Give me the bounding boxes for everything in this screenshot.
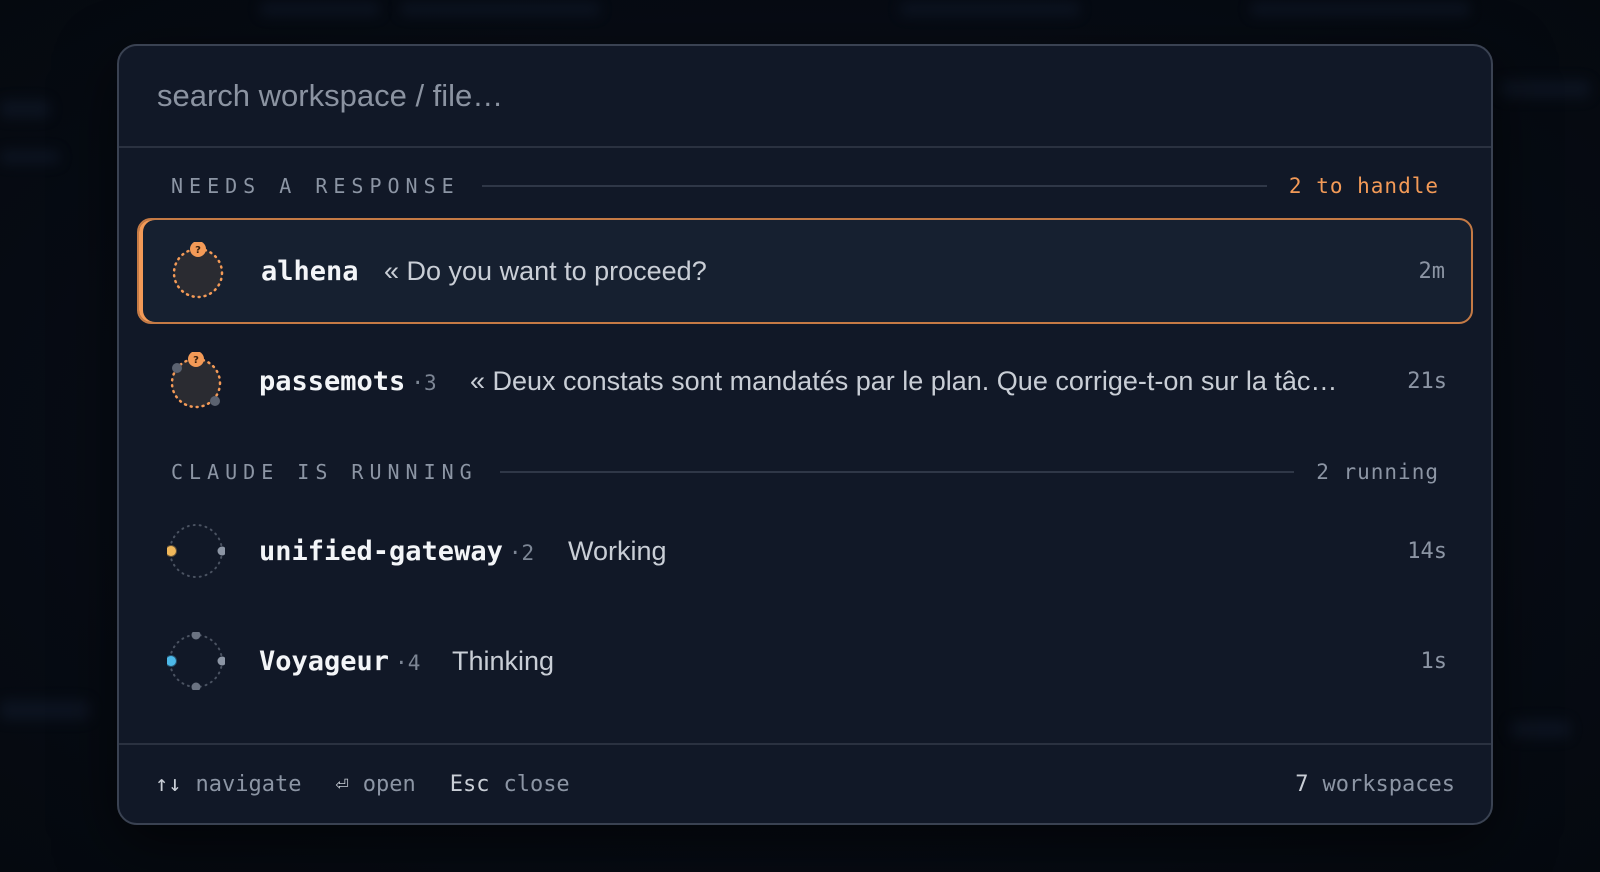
workspace-name: unified-gateway ·2: [259, 535, 535, 567]
workspace-sub-count: ·4: [395, 650, 421, 675]
workspace-message: « Do you want to proceed?: [384, 255, 707, 286]
background-shape: [1510, 720, 1570, 738]
workspace-count: 7: [1295, 771, 1309, 797]
question-icon: ?: [195, 245, 201, 256]
command-palette: NEEDS A RESPONSE 2 to handle ? alhena « …: [117, 44, 1493, 825]
background-shape: [400, 2, 600, 16]
section-count: 2 running: [1316, 460, 1439, 484]
section-header-claude-running: CLAUDE IS RUNNING 2 running: [171, 460, 1439, 484]
arrow-keys-icon: ↑↓: [155, 771, 182, 797]
section-header-needs-response: NEEDS A RESPONSE 2 to handle: [171, 174, 1439, 198]
workspace-sub-count: ·2: [508, 540, 535, 565]
background-shape: [1250, 2, 1470, 16]
workspace-row-alhena[interactable]: ? alhena « Do you want to proceed? 2m: [137, 218, 1473, 324]
status-ring-icon: ?: [170, 352, 222, 409]
workspace-name: passemots ·3: [259, 365, 437, 397]
section-title: CLAUDE IS RUNNING: [171, 460, 478, 484]
question-icon: ?: [193, 355, 199, 366]
elapsed-time: 21s: [1407, 368, 1447, 394]
workspace-row-passemots[interactable]: ? passemots ·3 « Deux constats sont manda…: [137, 328, 1473, 434]
close-hint: close: [503, 771, 570, 797]
palette-footer: ↑↓ navigate ⏎ open Esc close 7 workspace…: [119, 743, 1491, 823]
search-input[interactable]: [155, 77, 1359, 115]
open-hint: open: [362, 771, 416, 797]
background-shape: [260, 2, 380, 16]
divider: [499, 471, 1295, 473]
workspace-count-label: workspaces: [1322, 771, 1455, 797]
elapsed-time: 1s: [1420, 648, 1448, 674]
navigate-hint: navigate: [195, 771, 302, 797]
background-shape: [0, 100, 50, 118]
background-shape: [1500, 80, 1590, 98]
workspace-name: Voyageur ·4: [259, 645, 421, 677]
search-bar: [119, 46, 1491, 148]
workspace-status: Thinking: [452, 645, 555, 676]
elapsed-time: 14s: [1407, 538, 1447, 564]
background-shape: [0, 150, 60, 164]
elapsed-time: 2m: [1418, 258, 1446, 284]
divider: [481, 185, 1267, 187]
workspace-row-unified-gateway[interactable]: unified-gateway ·2 Working 14s: [137, 498, 1473, 604]
section-count: 2 to handle: [1288, 174, 1439, 198]
background-shape: [0, 700, 90, 720]
workspace-message: « Deux constats sont mandatés par le pla…: [470, 365, 1338, 396]
workspace-sub-count: ·3: [411, 370, 437, 395]
section-title: NEEDS A RESPONSE: [171, 174, 460, 198]
workspace-status: Working: [568, 535, 667, 566]
spinner-ring-icon: [167, 632, 225, 690]
status-ring-icon: ?: [172, 242, 224, 299]
background-shape: [900, 2, 1080, 16]
spinner-ring-icon: [167, 524, 225, 578]
workspace-row-voyageur[interactable]: Voyageur ·4 Thinking 1s: [137, 608, 1473, 714]
enter-key-icon: ⏎: [335, 771, 349, 797]
esc-key: Esc: [449, 771, 490, 797]
workspace-name: alhena: [261, 255, 359, 287]
